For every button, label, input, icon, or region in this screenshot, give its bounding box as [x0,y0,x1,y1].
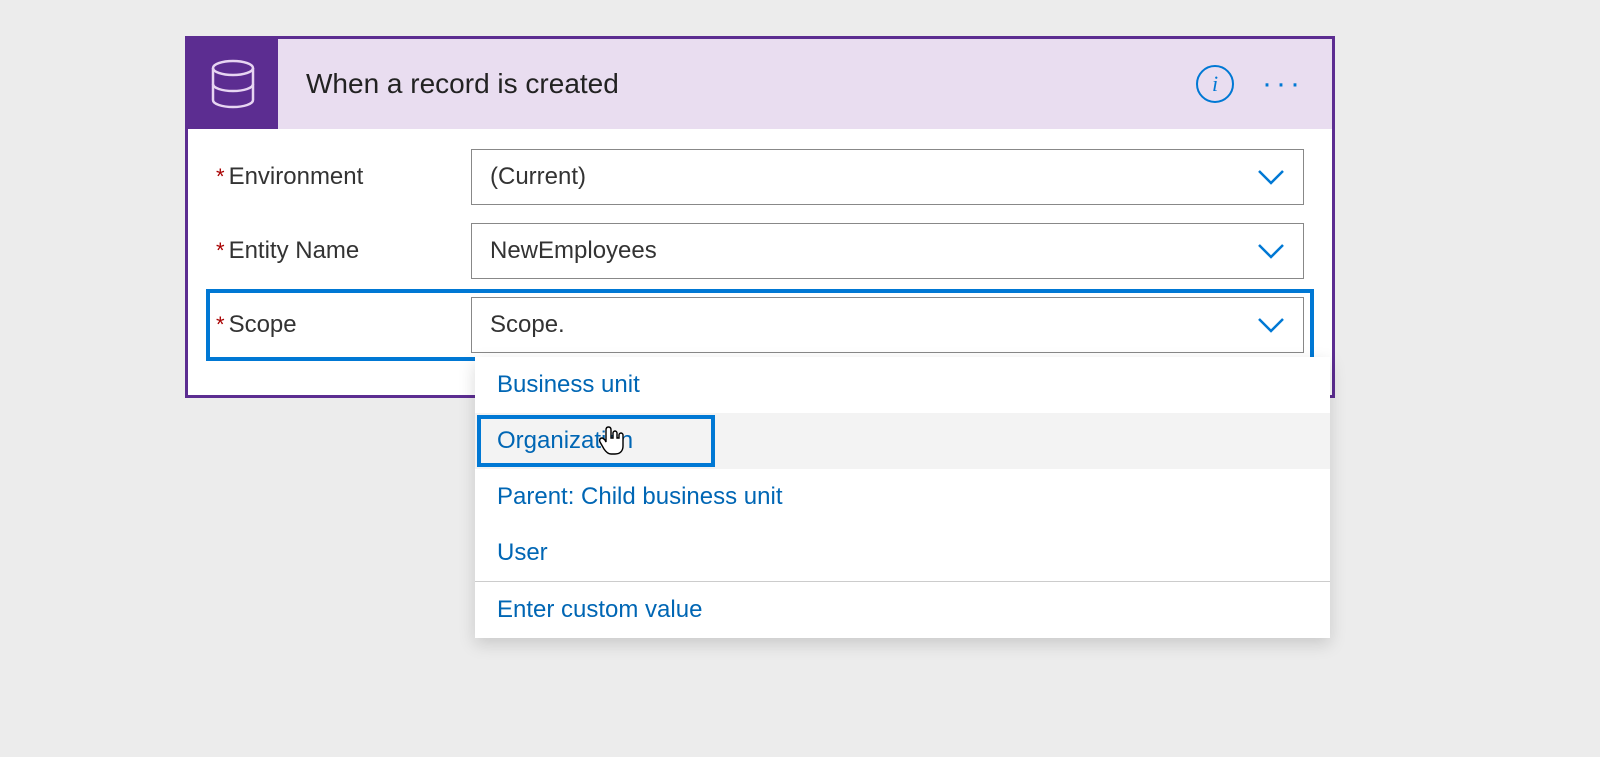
required-asterisk: * [216,164,225,190]
select-environment-value: (Current) [490,163,586,191]
chevron-down-icon [1257,243,1285,259]
row-scope: * Scope Scope. [216,297,1304,353]
card-header: When a record is created i ··· [188,39,1332,129]
label-environment: * Environment [216,163,471,191]
option-user[interactable]: User [475,525,1330,581]
chevron-down-icon [1257,169,1285,185]
info-icon[interactable]: i [1196,65,1234,103]
database-icon [188,39,278,129]
card-body: * Environment (Current) * Entity Name Ne… [188,129,1332,395]
option-business-unit[interactable]: Business unit [475,357,1330,413]
select-scope[interactable]: Scope. [471,297,1304,353]
select-entity-value: NewEmployees [490,237,657,265]
required-asterisk: * [216,238,225,264]
label-scope: * Scope [216,311,471,339]
option-organization[interactable]: Organization [475,413,1330,469]
row-environment: * Environment (Current) [216,149,1304,205]
select-environment[interactable]: (Current) [471,149,1304,205]
card-title: When a record is created [278,68,1196,100]
more-menu-icon[interactable]: ··· [1262,69,1304,99]
chevron-down-icon [1257,317,1285,333]
select-scope-value: Scope. [490,311,565,339]
scope-dropdown: Business unit Organization Parent: Child… [475,357,1330,638]
row-entity-name: * Entity Name NewEmployees [216,223,1304,279]
trigger-card: When a record is created i ··· * Environ… [185,36,1335,398]
option-custom-value[interactable]: Enter custom value [475,582,1330,638]
select-entity-name[interactable]: NewEmployees [471,223,1304,279]
header-actions: i ··· [1196,65,1332,103]
label-entity-name: * Entity Name [216,237,471,265]
required-asterisk: * [216,312,225,338]
option-parent-child[interactable]: Parent: Child business unit [475,469,1330,525]
